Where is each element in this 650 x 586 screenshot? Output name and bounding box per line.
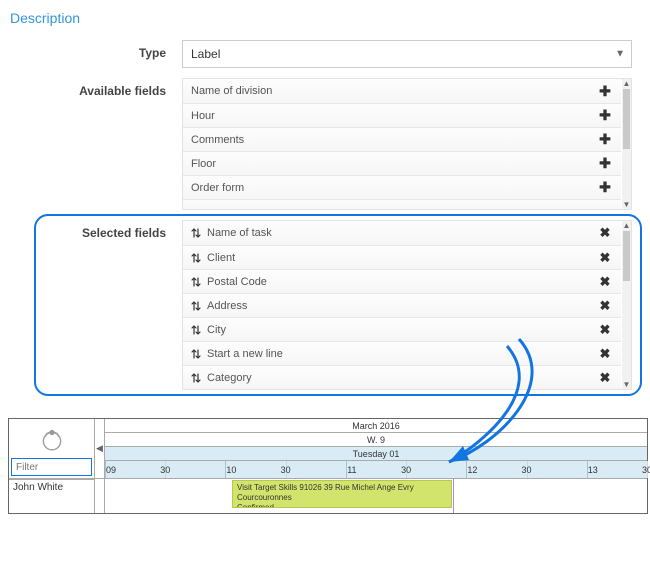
remove-icon[interactable]: ✖ <box>597 225 613 241</box>
scroll-thumb[interactable] <box>623 231 630 281</box>
drag-handle-icon[interactable] <box>191 349 201 359</box>
hour-label: 12 <box>467 465 477 475</box>
halfhour-label: 30 <box>401 465 411 475</box>
timeline-preview: Filter ◀ March 2016 W. 9 Tuesday 01 09 30… <box>8 418 648 514</box>
selected-fields-label: Selected fields <box>4 220 182 240</box>
type-select-value: Label <box>191 47 220 61</box>
selected-field-item[interactable]: Postal Code ✖ <box>183 269 621 293</box>
selected-field-item[interactable]: Address ✖ <box>183 293 621 317</box>
hour-label: 13 <box>588 465 598 475</box>
scrollbar[interactable]: ▲ ▼ <box>622 79 631 209</box>
hour-label: 11 <box>347 465 356 475</box>
remove-icon[interactable]: ✖ <box>597 274 613 290</box>
scroll-down-icon[interactable]: ▼ <box>622 380 631 389</box>
remove-icon[interactable]: ✖ <box>597 322 613 338</box>
available-fields-list: Name of division✚Hour✚Comments✚Floor✚Ord… <box>182 78 632 210</box>
type-label: Type <box>4 40 182 60</box>
filter-input[interactable]: Filter <box>11 458 92 476</box>
remove-icon[interactable]: ✖ <box>597 298 613 314</box>
drag-handle-icon[interactable] <box>191 301 201 311</box>
field-label: Postal Code <box>207 276 267 288</box>
field-label: Category <box>207 372 252 384</box>
field-label: Address <box>207 300 247 312</box>
selected-field-item[interactable]: City ✖ <box>183 317 621 341</box>
field-label: Start a new line <box>207 348 283 360</box>
timeline-month: March 2016 <box>105 419 647 433</box>
event-text-line1: Visit Target Skills 91026 39 Rue Michel … <box>237 483 447 503</box>
add-icon[interactable]: ✚ <box>597 155 613 172</box>
scroll-up-icon[interactable]: ▲ <box>622 79 631 88</box>
drag-handle-icon[interactable] <box>191 253 201 263</box>
add-icon[interactable]: ✚ <box>597 131 613 148</box>
available-field-item[interactable]: Name of division ✚ <box>183 79 621 103</box>
available-fields-row: Available fields Name of division✚Hour✚C… <box>4 78 646 210</box>
drag-handle-icon[interactable] <box>191 325 201 335</box>
chevron-down-icon: ▼ <box>615 49 625 60</box>
available-field-item[interactable]: Comments ✚ <box>183 127 621 151</box>
drag-handle-icon[interactable] <box>191 373 201 383</box>
halfhour-label: 30 <box>642 465 650 475</box>
field-label: Floor <box>191 158 216 170</box>
selected-fields-list: Name of task ✖ Client ✖ Postal Code ✖ Address ✖… <box>182 220 632 390</box>
scroll-thumb[interactable] <box>623 89 630 149</box>
field-label: Hour <box>191 110 215 122</box>
timeline-prev-button[interactable]: ◀ <box>95 419 105 478</box>
hour-label: 10 <box>226 465 236 475</box>
halfhour-label: 30 <box>522 465 532 475</box>
timeline-ruler: 09 30 10 30 11 30 12 30 13 30 <box>105 461 647 478</box>
event-text-line2: Confirmed <box>237 503 447 508</box>
selected-fields-row: Selected fields Name of task✖Client✖Post… <box>4 220 646 390</box>
type-select[interactable]: Label ▼ <box>182 40 632 68</box>
timeline-day: Tuesday 01 <box>105 447 647 461</box>
now-indicator <box>453 479 454 513</box>
section-heading: Description <box>4 10 646 26</box>
halfhour-label: 30 <box>281 465 291 475</box>
halfhour-label: 30 <box>160 465 170 475</box>
timeline-track[interactable]: Visit Target Skills 91026 39 Rue Michel … <box>105 479 647 513</box>
field-label: Name of task <box>207 227 272 239</box>
resource-name: John White <box>9 479 95 513</box>
event-bar[interactable]: Visit Target Skills 91026 39 Rue Michel … <box>232 480 452 508</box>
selected-field-item[interactable]: Category ✖ <box>183 365 621 389</box>
add-icon[interactable]: ✚ <box>597 83 613 100</box>
selected-field-item[interactable]: Name of task ✖ <box>183 221 621 245</box>
available-field-item[interactable] <box>183 199 621 209</box>
scroll-down-icon[interactable]: ▼ <box>622 200 631 209</box>
add-icon[interactable]: ✚ <box>597 107 613 124</box>
selected-field-item[interactable]: Start a new line ✖ <box>183 341 621 365</box>
drag-handle-icon[interactable] <box>191 228 201 238</box>
timeline-week: W. 9 <box>105 433 647 447</box>
available-fields-label: Available fields <box>4 78 182 98</box>
available-field-item[interactable]: Order form ✚ <box>183 175 621 199</box>
type-row: Type Label ▼ <box>4 40 646 68</box>
scroll-up-icon[interactable]: ▲ <box>622 221 631 230</box>
available-field-item[interactable]: Floor ✚ <box>183 151 621 175</box>
app-logo-icon <box>9 419 94 458</box>
scrollbar[interactable]: ▲ ▼ <box>622 221 631 389</box>
remove-icon[interactable]: ✖ <box>597 346 613 362</box>
field-label: Order form <box>191 182 244 194</box>
add-icon[interactable]: ✚ <box>597 179 613 196</box>
field-label: Comments <box>191 134 244 146</box>
hour-label: 09 <box>106 465 116 475</box>
field-label: Name of division <box>191 85 272 97</box>
drag-handle-icon[interactable] <box>191 277 201 287</box>
remove-icon[interactable]: ✖ <box>597 250 613 266</box>
field-label: Client <box>207 252 235 264</box>
filter-placeholder: Filter <box>16 462 38 473</box>
selected-field-item[interactable]: Client ✖ <box>183 245 621 269</box>
remove-icon[interactable]: ✖ <box>597 370 613 386</box>
field-label: City <box>207 324 226 336</box>
available-field-item[interactable]: Hour ✚ <box>183 103 621 127</box>
